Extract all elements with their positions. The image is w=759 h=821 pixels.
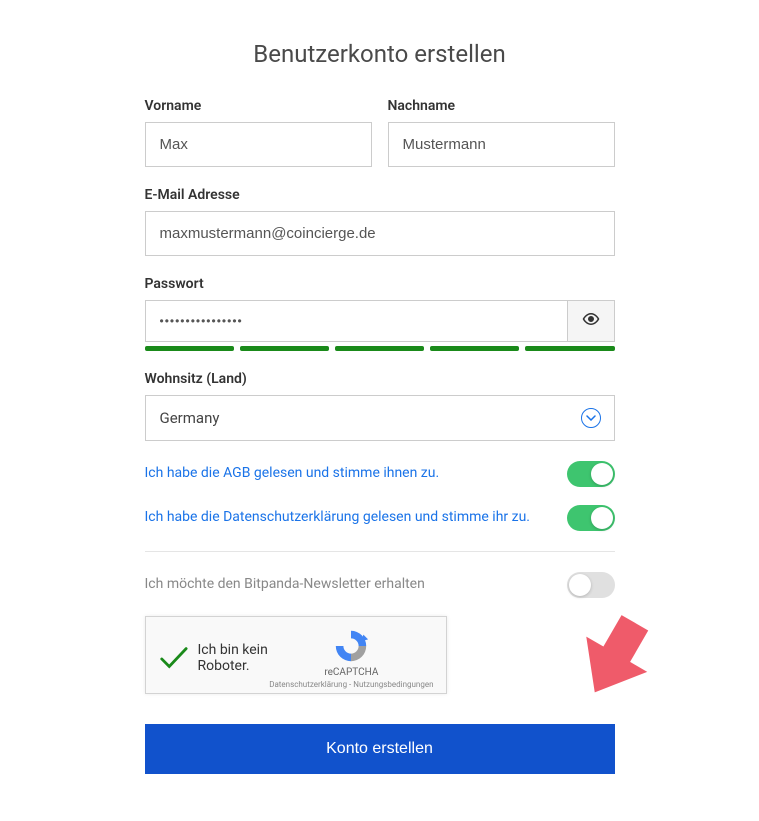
page-title: Benutzerkonto erstellen [145, 40, 615, 68]
privacy-toggle[interactable] [567, 505, 615, 531]
agb-toggle-label[interactable]: Ich habe die AGB gelesen und stimme ihne… [145, 464, 547, 484]
password-label: Passwort [145, 276, 615, 292]
password-input[interactable] [145, 300, 567, 342]
create-account-button[interactable]: Konto erstellen [145, 724, 615, 774]
recaptcha-text: Ich bin kein Roboter. [198, 642, 270, 674]
firstname-input[interactable] [145, 122, 372, 167]
country-label: Wohnsitz (Land) [145, 371, 615, 387]
recaptcha-links[interactable]: Datenschutzerklärung - Nutzungsbedingung… [269, 680, 433, 689]
agb-toggle[interactable] [567, 461, 615, 487]
privacy-toggle-label[interactable]: Ich habe die Datenschutzerklärung gelese… [145, 508, 547, 528]
recaptcha-logo-icon [332, 627, 370, 665]
firstname-label: Vorname [145, 98, 372, 114]
lastname-label: Nachname [388, 98, 615, 114]
divider [145, 551, 615, 552]
recaptcha-brand: reCAPTCHA [269, 667, 433, 678]
eye-icon [582, 310, 600, 332]
country-select[interactable]: Germany [145, 395, 615, 441]
newsletter-toggle-label: Ich möchte den Bitpanda-Newsletter erhal… [145, 575, 547, 595]
country-selected-value: Germany [145, 395, 615, 441]
email-input[interactable] [145, 211, 615, 256]
newsletter-toggle[interactable] [567, 572, 615, 598]
recaptcha-checkmark-icon [158, 643, 188, 673]
lastname-input[interactable] [388, 122, 615, 167]
toggle-password-visibility-button[interactable] [567, 300, 615, 342]
recaptcha-widget[interactable]: Ich bin kein Roboter. reCAPTCHA Datensch… [145, 616, 447, 694]
password-strength-meter [145, 346, 615, 351]
email-label: E-Mail Adresse [145, 187, 615, 203]
